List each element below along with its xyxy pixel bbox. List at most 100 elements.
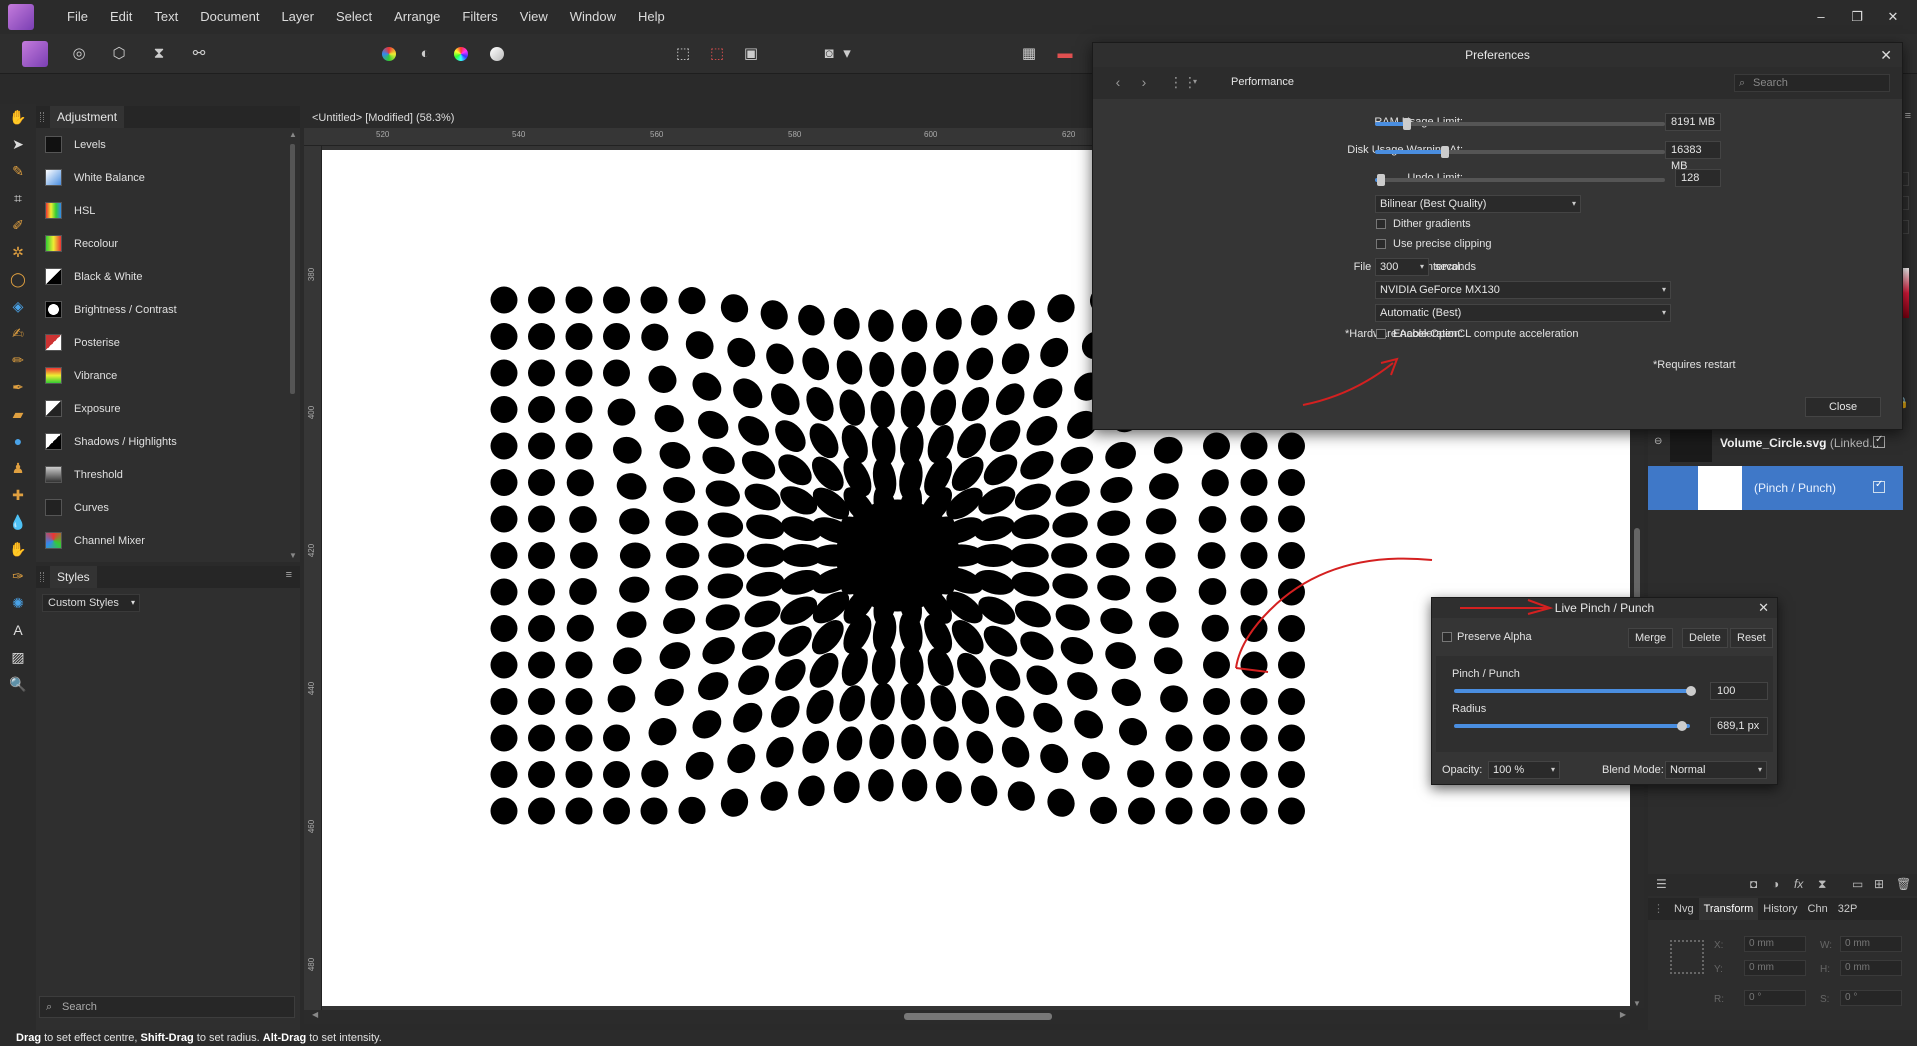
shape-tool-icon[interactable]: ✺ — [0, 590, 36, 617]
opencl-checkbox[interactable] — [1376, 329, 1386, 339]
healing-brush-tool-icon[interactable]: ✚ — [0, 482, 36, 509]
select-all-icon[interactable]: ⬚ — [670, 41, 696, 67]
deselect-icon[interactable]: ⬚ — [704, 41, 730, 67]
crop-tool-icon[interactable]: ⌗ — [0, 185, 36, 212]
adjustment-icon[interactable]: ◑ — [1772, 877, 1779, 891]
flood-fill-tool-icon[interactable]: ◈ — [0, 293, 36, 320]
document-tab[interactable]: <Untitled> [Modified] (58.3%) — [304, 108, 1104, 128]
colour-picker-tool-icon[interactable]: ✎ — [0, 158, 36, 185]
colour-replacement-tool-icon[interactable]: ✒ — [0, 374, 36, 401]
blend-mode-dropdown[interactable]: Normal ▾ — [1665, 761, 1767, 779]
adjustment-item[interactable]: Vibrance — [36, 359, 300, 392]
ram-slider[interactable] — [1375, 118, 1665, 130]
assistant-icon[interactable]: ▬ — [1052, 41, 1078, 67]
styles-search-input[interactable]: ⌕ Search — [39, 996, 295, 1018]
anchor-point-icon[interactable] — [1670, 940, 1704, 974]
vertical-scroll-thumb[interactable] — [1634, 528, 1640, 608]
add-layer-icon[interactable]: ⊞ — [1874, 877, 1884, 891]
paint-brush-tool-icon[interactable]: ✍ — [0, 320, 36, 347]
reset-button[interactable]: Reset — [1730, 628, 1773, 648]
view-quality-dropdown[interactable]: Bilinear (Best Quality) ▾ — [1375, 195, 1581, 213]
shear-field[interactable]: 0 ° — [1840, 990, 1902, 1006]
adjustment-item[interactable]: HSL — [36, 194, 300, 227]
menu-window[interactable]: Window — [559, 0, 627, 34]
mesh-warp-tool-icon[interactable]: ▨ — [0, 644, 36, 671]
quick-mask-dropdown-icon[interactable]: ▾ — [840, 41, 854, 67]
disk-slider-knob[interactable] — [1441, 146, 1449, 158]
y-field[interactable]: 0 mm — [1744, 960, 1806, 976]
radius-slider[interactable] — [1454, 721, 1690, 731]
auto-colours-icon[interactable] — [448, 41, 474, 67]
horizontal-scrollbar[interactable]: ◀ ▶ — [304, 1010, 1630, 1024]
adjustment-item[interactable]: White Balance — [36, 161, 300, 194]
disk-field[interactable]: 16383 MB — [1665, 141, 1721, 172]
dither-checkbox[interactable] — [1376, 219, 1386, 229]
disk-slider[interactable] — [1375, 146, 1665, 158]
clipping-checkbox[interactable] — [1376, 239, 1386, 249]
undo-slider-knob[interactable] — [1377, 174, 1385, 186]
expand-layer-icon[interactable]: ⊖ — [1654, 436, 1662, 447]
photo-persona-icon[interactable] — [22, 41, 48, 67]
restore-button[interactable]: ❐ — [1839, 0, 1875, 34]
chevron-down-icon[interactable]: ▾ — [1189, 72, 1201, 92]
tab-styles[interactable]: Styles — [50, 566, 97, 588]
liquify-persona-icon[interactable]: ◎ — [66, 41, 92, 67]
adjustment-item[interactable]: Channel Mixer — [36, 524, 300, 557]
pen-tool-icon[interactable]: ✑ — [0, 563, 36, 590]
panel-menu-icon[interactable]: ≡ — [286, 569, 292, 581]
marquee-tool-icon[interactable]: ◯ — [0, 266, 36, 293]
snapping-grid-icon[interactable]: ▦ — [1016, 41, 1042, 67]
view-tool-hand-icon[interactable]: ✋ — [0, 104, 36, 131]
tab-history[interactable]: History — [1758, 898, 1802, 920]
quick-mask-icon[interactable]: ◙ — [816, 41, 842, 67]
preferences-search-input[interactable]: ⌕ Search — [1734, 74, 1890, 92]
dodge-burn-tool-icon[interactable]: ● — [0, 428, 36, 455]
menu-view[interactable]: View — [509, 0, 559, 34]
grid-icon[interactable]: ⋮⋮ — [1169, 72, 1197, 92]
auto-levels-icon[interactable] — [376, 41, 402, 67]
menu-filters[interactable]: Filters — [451, 0, 508, 34]
tab-channels[interactable]: Chn — [1803, 898, 1833, 920]
export-persona-icon[interactable]: ⚯ — [186, 41, 212, 67]
panel-menu-icon[interactable]: ≡ — [1905, 110, 1911, 122]
close-icon[interactable]: ✕ — [1758, 598, 1769, 618]
opacity-dropdown[interactable]: 100 % ▾ — [1488, 761, 1560, 779]
delete-button[interactable]: Delete — [1682, 628, 1728, 648]
tab-transform[interactable]: Transform — [1698, 898, 1759, 920]
selection-brush-tool-icon[interactable]: ✐ — [0, 212, 36, 239]
text-tool-icon[interactable]: A — [0, 617, 36, 644]
live-filter-icon[interactable]: ⧗ — [1818, 877, 1826, 892]
preserve-alpha-checkbox[interactable] — [1442, 632, 1452, 642]
menu-text[interactable]: Text — [143, 0, 189, 34]
auto-white-balance-icon[interactable] — [484, 41, 510, 67]
panel-grip-icon[interactable] — [40, 112, 44, 122]
close-button[interactable]: Close — [1805, 397, 1881, 417]
menu-select[interactable]: Select — [325, 0, 383, 34]
styles-category-dropdown[interactable]: Custom Styles ▾ — [42, 594, 140, 612]
tab-navigator[interactable]: Nvg — [1669, 898, 1699, 920]
tone-mapping-persona-icon[interactable]: ⧗ — [146, 41, 172, 67]
undo-field[interactable]: 128 — [1675, 169, 1721, 187]
adjustment-item[interactable]: Black & White — [36, 260, 300, 293]
horizontal-scroll-thumb[interactable] — [904, 1013, 1052, 1020]
adjustment-scrollbar[interactable]: ▲ ▼ — [288, 130, 297, 560]
layer-visibility-checkbox[interactable]: ✓ — [1873, 434, 1885, 448]
menu-layer[interactable]: Layer — [270, 0, 325, 34]
tab-adjustment[interactable]: Adjustment — [50, 106, 125, 128]
move-tool-icon[interactable]: ➤ — [0, 131, 36, 158]
panel-grip-icon[interactable]: ⋮ — [1648, 898, 1669, 920]
erase-brush-tool-icon[interactable]: ▰ — [0, 401, 36, 428]
adjustment-item[interactable]: Brightness / Contrast — [36, 293, 300, 326]
layer-visibility-checkbox[interactable]: ✓ — [1873, 479, 1885, 493]
merge-button[interactable]: Merge — [1628, 628, 1674, 648]
tab-32p[interactable]: 32P — [1833, 898, 1863, 920]
pixel-tool-icon[interactable]: ✏ — [0, 347, 36, 374]
x-field[interactable]: 0 mm — [1744, 936, 1806, 952]
blur-brush-tool-icon[interactable]: 💧 — [0, 509, 36, 536]
minimize-button[interactable]: – — [1803, 0, 1839, 34]
radius-slider-knob[interactable] — [1677, 721, 1687, 731]
menu-document[interactable]: Document — [189, 0, 270, 34]
pinch-punch-slider[interactable] — [1454, 686, 1696, 696]
w-field[interactable]: 0 mm — [1840, 936, 1902, 952]
renderer-dropdown[interactable]: NVIDIA GeForce MX130 ▾ — [1375, 281, 1671, 299]
